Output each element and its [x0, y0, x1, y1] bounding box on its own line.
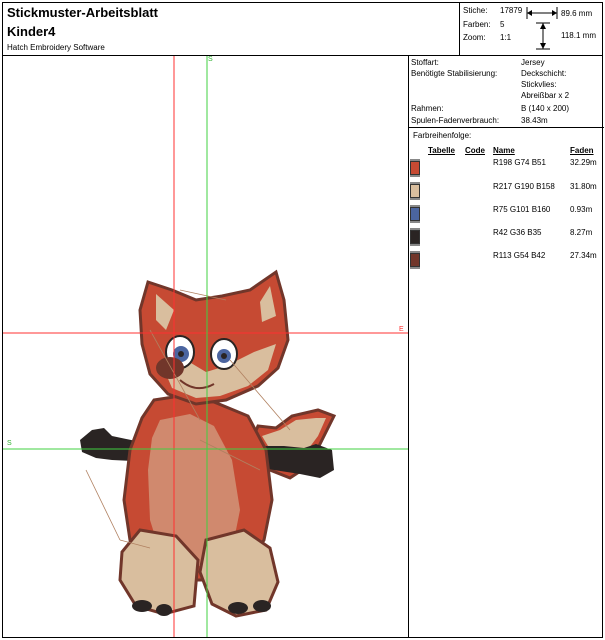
colors-label: Farben: — [463, 20, 491, 29]
stabilizer-top: Deckschicht: — [521, 69, 567, 78]
thread-spool-icon — [410, 182, 420, 200]
col-name: Name — [493, 146, 515, 155]
stitches-label: Stiche: — [463, 6, 488, 15]
thread-spool-icon — [410, 251, 420, 269]
software-name: Hatch Embroidery Software — [7, 43, 105, 52]
design-name: Kinder4 — [7, 24, 56, 39]
color-name: R75 G101 B160 — [493, 205, 551, 214]
color-name: R113 G54 B42 — [493, 251, 546, 260]
panel-separator — [409, 127, 604, 128]
hoop-value: B (140 x 200) — [521, 104, 570, 113]
color-length: 31.80m — [570, 182, 597, 191]
bobbin-label: Spulen-Fadenverbrauch: — [411, 116, 500, 125]
color-name: R42 G36 B35 — [493, 228, 542, 237]
color-length: 27.34m — [570, 251, 597, 260]
height-value: 118.1 mm — [561, 31, 596, 40]
col-thread: Faden — [570, 146, 594, 155]
hoop-label: Rahmen: — [411, 104, 444, 113]
colors-value: 5 — [500, 20, 505, 29]
fabric-label: Stoffart: — [411, 58, 439, 67]
color-name: R198 G74 B51 — [493, 158, 546, 167]
stabilizer-bottom: Stickvlies: — [521, 80, 557, 89]
header-divider-vertical — [459, 2, 460, 55]
zoom-value: 1:1 — [500, 33, 512, 42]
col-code: Code — [465, 146, 485, 155]
color-length: 32.29m — [570, 158, 597, 167]
zoom-label: Zoom: — [463, 33, 486, 42]
bobbin-value: 38.43m — [521, 116, 548, 125]
stitches-value: 17879 — [500, 6, 523, 15]
end-marker-right: E — [399, 326, 404, 333]
color-length: 0.93m — [570, 205, 593, 214]
thread-spool-icon — [410, 205, 420, 223]
design-preview — [3, 56, 408, 637]
fabric-value: Jersey — [521, 58, 545, 67]
thread-spool-icon — [410, 159, 420, 177]
color-sequence-title: Farbreihenfolge: — [413, 131, 472, 140]
color-length: 8.27m — [570, 228, 593, 237]
thread-spool-icon — [410, 228, 420, 246]
start-marker-top: S — [208, 56, 213, 63]
dimension-icon — [526, 7, 558, 50]
stabilizer-label: Benötigte Stabilisierung: — [411, 69, 498, 78]
worksheet-title: Stickmuster-Arbeitsblatt — [7, 5, 158, 20]
stabilizer-detail: Abreißbar x 2 — [521, 91, 570, 100]
start-marker-left: S — [7, 440, 12, 447]
col-table: Tabelle — [428, 146, 455, 155]
color-name: R217 G190 B158 — [493, 182, 555, 191]
info-panel: Stoffart: Jersey Benötigte Stabilisierun… — [408, 55, 604, 638]
width-value: 89.6 mm — [561, 9, 593, 18]
